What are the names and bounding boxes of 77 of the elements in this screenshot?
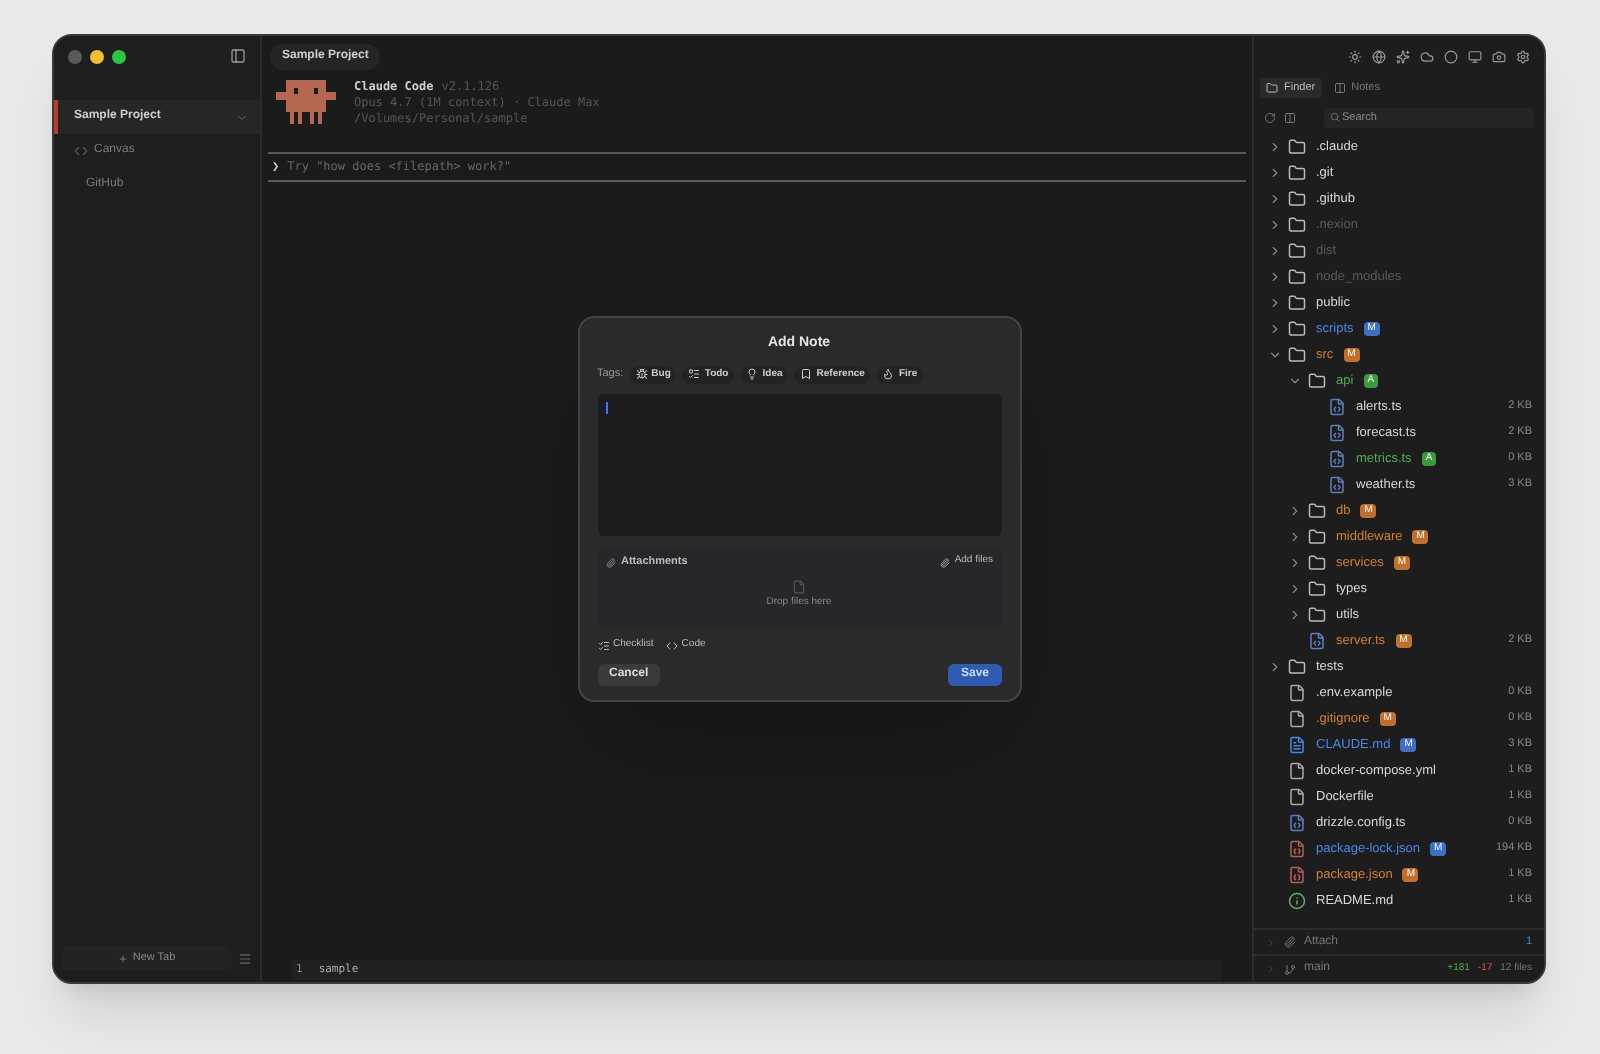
cloud-icon[interactable] xyxy=(1420,49,1434,63)
folder-icon xyxy=(1288,242,1306,260)
chevron-right-icon[interactable] xyxy=(1267,140,1281,154)
folder-icon xyxy=(1288,216,1306,234)
chevron-down-icon[interactable] xyxy=(1287,374,1301,388)
code-file-icon xyxy=(1328,450,1346,468)
minimize-window-button[interactable] xyxy=(90,49,104,63)
paperclip-icon xyxy=(940,557,951,567)
code-file-icon xyxy=(1328,398,1346,416)
json-file-icon xyxy=(1288,866,1306,884)
paperclip-icon xyxy=(605,557,615,567)
camera-icon[interactable] xyxy=(1492,49,1506,63)
folder-icon xyxy=(1288,190,1306,208)
close-window-button[interactable] xyxy=(68,49,82,63)
folder-icon xyxy=(1288,138,1306,156)
folder-icon xyxy=(1288,164,1306,182)
chevron-right-icon[interactable] xyxy=(1267,192,1281,206)
folder-icon xyxy=(1288,346,1306,364)
bookmark-icon xyxy=(800,368,813,381)
code-file-icon xyxy=(1328,424,1346,442)
code-icon xyxy=(74,144,88,158)
file-icon xyxy=(1288,684,1306,702)
file-icon xyxy=(1288,762,1306,780)
folder-icon xyxy=(1308,606,1326,624)
monitor-icon[interactable] xyxy=(1468,49,1482,63)
file-icon xyxy=(1288,788,1306,806)
lightbulb-icon xyxy=(746,368,759,381)
code-file-icon xyxy=(1308,632,1326,650)
folder-icon xyxy=(1308,554,1326,572)
text-cursor xyxy=(605,401,608,414)
sun-icon[interactable] xyxy=(1348,49,1362,63)
chevron-down-icon xyxy=(236,111,248,123)
code-file-icon xyxy=(1328,476,1346,494)
branch-icon xyxy=(1284,963,1296,975)
chevron-right-icon[interactable] xyxy=(1287,556,1301,570)
chevron-right-icon[interactable] xyxy=(1287,608,1301,622)
folder-icon xyxy=(1308,372,1326,390)
bug-icon xyxy=(635,368,648,381)
info-icon xyxy=(1288,892,1306,910)
chevron-right-icon[interactable] xyxy=(1287,582,1301,596)
list-icon xyxy=(688,368,701,381)
pixel-mascot-icon xyxy=(276,80,336,124)
chevron-right-icon[interactable] xyxy=(1267,244,1281,258)
folder-icon xyxy=(1266,82,1278,94)
maximize-window-button[interactable] xyxy=(112,49,126,63)
flame-icon xyxy=(882,368,895,381)
sparkle-icon[interactable] xyxy=(1396,49,1410,63)
settings-icon[interactable] xyxy=(1516,49,1530,63)
chevron-right-icon[interactable] xyxy=(1267,296,1281,310)
search-icon xyxy=(1330,112,1340,122)
plus-icon xyxy=(118,953,129,963)
folder-icon xyxy=(1308,502,1326,520)
folder-icon xyxy=(1288,294,1306,312)
document-icon xyxy=(1288,736,1306,754)
chevron-right-icon[interactable] xyxy=(1287,530,1301,544)
paperclip-icon xyxy=(1284,936,1296,948)
chevron-right-icon[interactable] xyxy=(1267,660,1281,674)
folder-icon xyxy=(1288,658,1306,676)
folder-icon xyxy=(1308,580,1326,598)
sidebar-toggle-icon[interactable] xyxy=(230,48,246,64)
file-icon xyxy=(1288,710,1306,728)
chevron-right-icon[interactable] xyxy=(1267,270,1281,284)
chevron-right-icon[interactable] xyxy=(1267,166,1281,180)
chevron-right-icon[interactable] xyxy=(1267,218,1281,232)
code-icon xyxy=(665,639,678,652)
folder-icon xyxy=(1288,268,1306,286)
globe-icon[interactable] xyxy=(1372,49,1386,63)
folder-icon xyxy=(1308,528,1326,546)
folder-icon xyxy=(1288,320,1306,338)
json-file-icon xyxy=(1288,840,1306,858)
circle-icon[interactable] xyxy=(1444,49,1458,63)
refresh-icon[interactable] xyxy=(1264,111,1276,123)
chevron-right-icon[interactable] xyxy=(1267,322,1281,336)
file-icon xyxy=(792,580,806,595)
code-file-icon xyxy=(1288,814,1306,832)
chevron-right-icon[interactable] xyxy=(1287,504,1301,518)
chevron-down-icon[interactable] xyxy=(1267,348,1281,362)
